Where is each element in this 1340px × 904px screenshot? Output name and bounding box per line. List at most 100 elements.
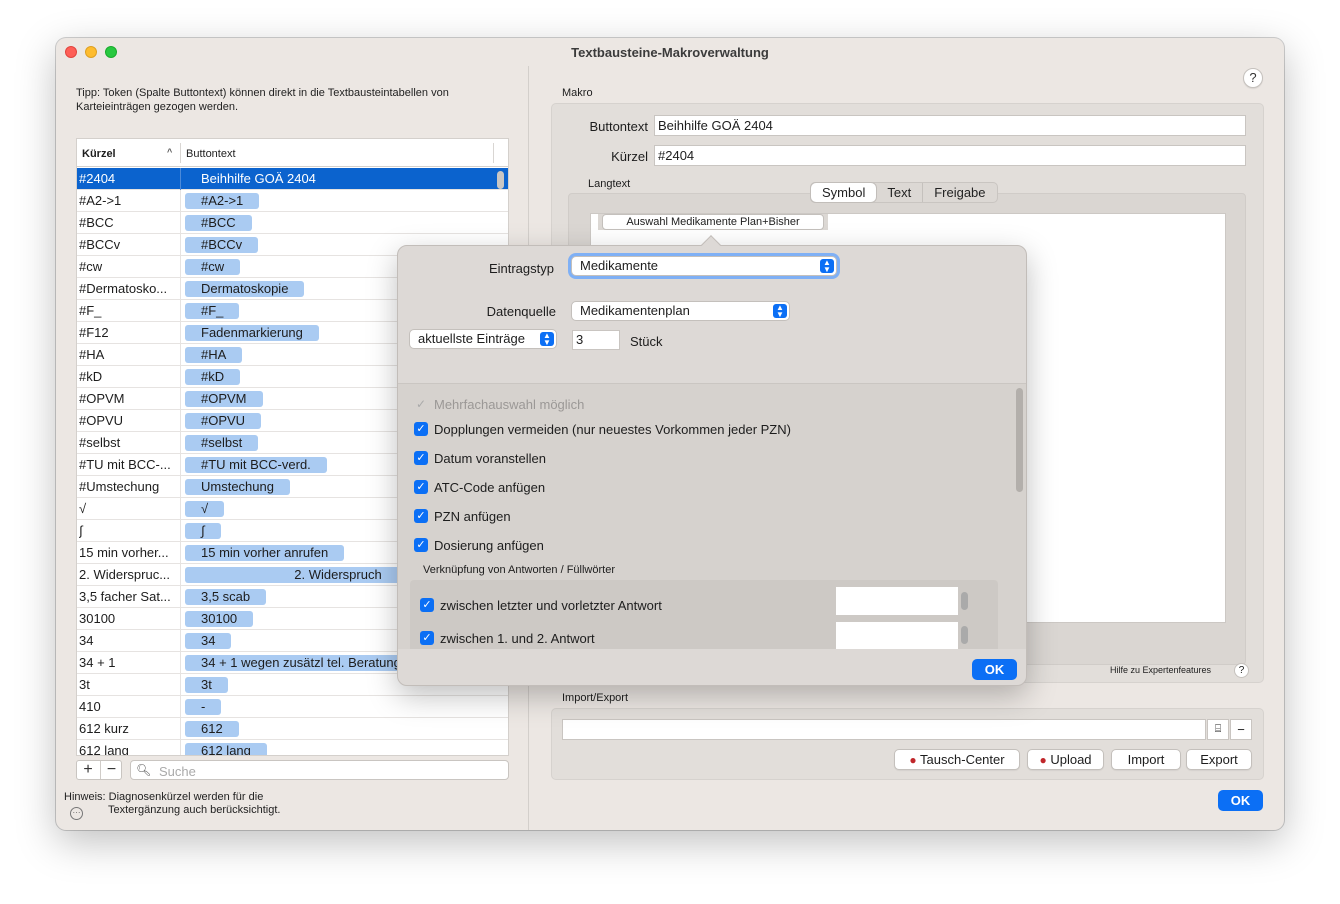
- options-scroll-area[interactable]: ✓ Mehrfachauswahl möglich ✓ Dopplungen ver…: [398, 383, 1026, 649]
- vk1-scrollbar[interactable]: [961, 592, 968, 610]
- buttontext-token[interactable]: 612: [185, 721, 239, 737]
- kuerzel-cell: #selbst: [79, 435, 121, 450]
- options-scrollbar[interactable]: [1016, 388, 1023, 492]
- tip-text: Tipp: Token (Spalte Buttontext) können d…: [76, 87, 449, 113]
- export-button[interactable]: Export: [1186, 749, 1252, 770]
- table-row[interactable]: #A2->1 #A2->1: [77, 190, 508, 212]
- tausch-center-button[interactable]: ● Tausch-Center: [894, 749, 1020, 770]
- apple-icon: ●: [1039, 753, 1047, 767]
- buttontext-token[interactable]: #HA: [185, 347, 243, 363]
- expert-help-label[interactable]: Hilfe zu Expertenfeatures: [1110, 665, 1211, 675]
- import-button[interactable]: Import: [1111, 749, 1181, 770]
- buttontext-label: Buttontext: [589, 119, 648, 134]
- vk1-field[interactable]: [836, 587, 958, 615]
- table-row[interactable]: #2404 Beihhilfe GOÄ 2404: [77, 168, 508, 190]
- tab-text[interactable]: Text: [876, 183, 922, 202]
- table-row[interactable]: 612 kurz 612: [77, 718, 508, 740]
- buttontext-token[interactable]: #BCC: [185, 215, 252, 231]
- apple-icon: ●: [909, 753, 917, 767]
- hint-line2: Textergänzung auch berücksichtigt.: [108, 804, 281, 816]
- kuerzel-cell: #2404: [79, 171, 116, 186]
- aktuellste-value: aktuellste Einträge: [418, 331, 525, 346]
- langtext-label: Langtext: [588, 178, 631, 190]
- clear-button[interactable]: −: [1230, 719, 1252, 740]
- kuerzel-label: Kürzel: [611, 149, 648, 164]
- vk2-field[interactable]: [836, 622, 958, 649]
- more-options-icon[interactable]: ···: [70, 807, 83, 820]
- buttontext-token[interactable]: #OPVM: [185, 391, 263, 407]
- kuerzel-cell: #A2->1: [79, 193, 122, 208]
- buttontext-token[interactable]: Dermatoskopie: [185, 281, 305, 297]
- vk2-scrollbar[interactable]: [961, 626, 968, 644]
- kuerzel-cell: 3,5 facher Sat...: [79, 589, 171, 604]
- buttontext-token[interactable]: 3t: [185, 677, 228, 693]
- ok-button[interactable]: OK: [1218, 790, 1263, 811]
- buttontext-token[interactable]: #BCCv: [185, 237, 259, 253]
- kuerzel-cell: 2. Widerspruc...: [79, 567, 171, 582]
- upload-button[interactable]: ● Upload: [1027, 749, 1104, 770]
- buttontext-token[interactable]: √: [185, 501, 225, 517]
- add-button[interactable]: +: [77, 761, 99, 779]
- buttontext-token[interactable]: Beihhilfe GOÄ 2404: [185, 171, 332, 187]
- stueck-label: Stück: [630, 334, 663, 349]
- checkmark-icon: ✓: [414, 451, 428, 465]
- dosierung-label: Dosierung anfügen: [434, 538, 544, 553]
- verknuepfung-box: ✓ zwischen letzter und vorletzter Antwort…: [410, 580, 998, 649]
- importexport-field[interactable]: [562, 719, 1206, 740]
- kuerzel-cell: ∫: [79, 523, 83, 538]
- table-scrollbar[interactable]: [497, 171, 504, 189]
- table-header: Kürzel ^ Buttontext: [77, 139, 508, 167]
- remove-button[interactable]: −: [100, 761, 122, 779]
- checkmark-icon: ✓: [415, 397, 427, 411]
- help-button[interactable]: ?: [1243, 68, 1263, 88]
- buttontext-token[interactable]: Fadenmarkierung: [185, 325, 319, 341]
- atc-label: ATC-Code anfügen: [434, 480, 546, 495]
- buttontext-token[interactable]: #F_: [185, 303, 240, 319]
- eintragstyp-label: Eintragstyp: [488, 261, 554, 276]
- buttontext-token[interactable]: #cw: [185, 259, 241, 275]
- updown-chevron-icon: ▲ ▼: [820, 259, 834, 274]
- table-row[interactable]: #BCC #BCC: [77, 212, 508, 234]
- buttontext-token[interactable]: #kD: [185, 369, 241, 385]
- column-header-kuerzel[interactable]: Kürzel: [82, 148, 116, 160]
- count-field[interactable]: 3: [572, 330, 620, 350]
- buttontext-token[interactable]: ∫: [185, 523, 221, 539]
- eintragstyp-select[interactable]: Medikamente ▲ ▼: [571, 256, 837, 276]
- tab-symbol[interactable]: Symbol: [811, 183, 877, 202]
- buttontext-token[interactable]: 34: [185, 633, 232, 649]
- tausch-center-label: Tausch-Center: [920, 752, 1005, 767]
- importexport-section-label: Import/Export: [562, 692, 629, 704]
- buttontext-token[interactable]: 15 min vorher anrufen: [185, 545, 345, 561]
- table-row[interactable]: 612 lang 612 lang: [77, 740, 508, 755]
- datenquelle-select[interactable]: Medikamentenplan ▲ ▼: [571, 301, 790, 321]
- window-title: Textbausteine-Makroverwaltung: [571, 45, 769, 60]
- paste-icon[interactable]: ⌸: [1207, 719, 1229, 740]
- buttontext-token[interactable]: Umstechung: [185, 479, 290, 495]
- aktuellste-select[interactable]: aktuellste Einträge ▲ ▼: [409, 329, 557, 349]
- hint-line1: Hinweis: Diagnosenkürzel werden für die: [64, 791, 264, 803]
- token-chip-button[interactable]: Auswahl Medikamente Plan+Bisher: [602, 214, 824, 230]
- buttontext-token[interactable]: 34 + 1 wegen zusätzl tel. Beratung: [185, 655, 417, 671]
- buttontext-token[interactable]: 612 lang: [185, 743, 267, 755]
- column-header-buttontext[interactable]: Buttontext: [186, 148, 236, 160]
- table-row[interactable]: 410 -: [77, 696, 508, 718]
- kuerzel-cell: #HA: [79, 347, 105, 362]
- mehrfach-label: Mehrfachauswahl möglich: [434, 397, 585, 412]
- kuerzel-cell: #cw: [79, 259, 103, 274]
- expert-help-button[interactable]: ?: [1234, 663, 1249, 678]
- buttontext-token[interactable]: #TU mit BCC-verd.: [185, 457, 327, 473]
- kuerzel-field[interactable]: #2404: [654, 145, 1246, 166]
- tab-freigabe[interactable]: Freigabe: [922, 183, 996, 202]
- buttontext-token[interactable]: #selbst: [185, 435, 259, 451]
- buttontext-token[interactable]: #OPVU: [185, 413, 262, 429]
- buttontext-token[interactable]: 30100: [185, 611, 254, 627]
- buttontext-token[interactable]: -: [185, 699, 222, 715]
- buttontext-token[interactable]: #A2->1: [185, 193, 260, 209]
- verknuepfung-label: Verknüpfung von Antworten / Füllwörter: [423, 564, 615, 576]
- search-field[interactable]: 🔍︎ Suche: [130, 760, 509, 780]
- buttontext-token[interactable]: 3,5 scab: [185, 589, 267, 605]
- popup-ok-button[interactable]: OK: [972, 659, 1017, 680]
- checkmark-icon: ✓: [420, 631, 434, 645]
- buttontext-field[interactable]: Beihhilfe GOÄ 2404: [654, 115, 1246, 136]
- sort-ascending-icon: ^: [167, 147, 173, 157]
